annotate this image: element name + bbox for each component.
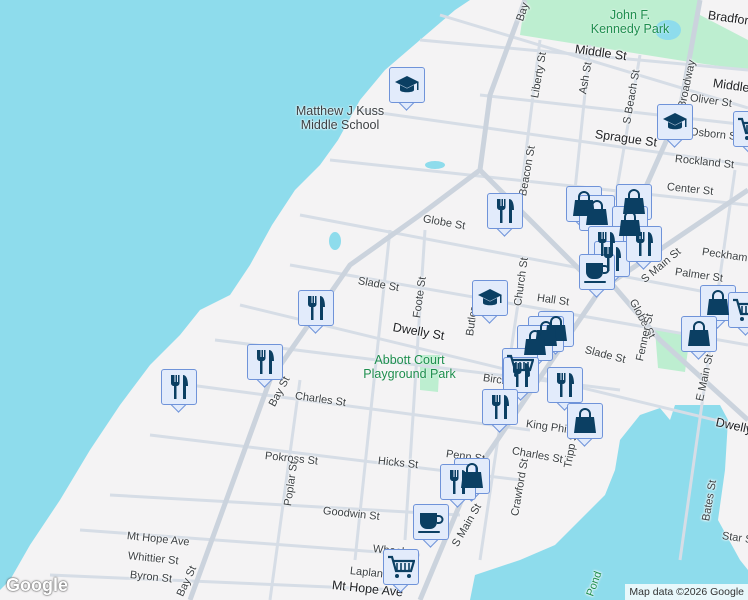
map-attribution[interactable]: Map data ©2026 Google bbox=[625, 584, 748, 600]
marker-box bbox=[298, 290, 334, 326]
kennedy-park-label: John F. Kennedy Park bbox=[590, 8, 670, 36]
restaurant-icon bbox=[510, 362, 532, 388]
marker-box bbox=[413, 504, 449, 540]
school-icon bbox=[394, 74, 420, 96]
restaurant-icon bbox=[633, 231, 655, 257]
restaurant-icon bbox=[489, 394, 511, 420]
shopping-marker[interactable] bbox=[681, 316, 717, 360]
restaurant-icon bbox=[554, 372, 576, 398]
restaurant-icon bbox=[494, 198, 516, 224]
marker-box bbox=[681, 316, 717, 352]
grocery-marker[interactable] bbox=[733, 111, 748, 155]
restaurant-marker[interactable] bbox=[161, 369, 197, 413]
marker-box bbox=[657, 104, 693, 140]
school-marker[interactable] bbox=[472, 280, 508, 324]
shopping-icon bbox=[585, 200, 609, 226]
grocery-icon bbox=[737, 116, 748, 142]
shopping-icon bbox=[573, 408, 597, 434]
school-icon bbox=[477, 287, 503, 309]
restaurant-marker[interactable] bbox=[298, 290, 334, 334]
coffee-marker[interactable] bbox=[413, 504, 449, 548]
marker-box bbox=[482, 389, 518, 425]
coffee-marker[interactable] bbox=[579, 254, 615, 298]
school-label: Matthew J Kuss Middle School bbox=[295, 104, 385, 132]
restaurant-marker[interactable] bbox=[247, 344, 283, 388]
school-marker[interactable] bbox=[389, 67, 425, 111]
grocery-icon bbox=[387, 554, 415, 580]
restaurant-marker[interactable] bbox=[487, 193, 523, 237]
restaurant-icon bbox=[254, 349, 276, 375]
marker-box bbox=[161, 369, 197, 405]
grocery-marker[interactable] bbox=[728, 292, 748, 336]
school-marker[interactable] bbox=[657, 104, 693, 148]
marker-box bbox=[472, 280, 508, 316]
marker-box bbox=[579, 254, 615, 290]
shopping-icon bbox=[706, 290, 730, 316]
marker-box bbox=[389, 67, 425, 103]
shopping-marker[interactable] bbox=[567, 403, 603, 447]
restaurant-marker[interactable] bbox=[482, 389, 518, 433]
google-logo: Google bbox=[6, 575, 68, 595]
marker-box bbox=[247, 344, 283, 380]
restaurant-icon bbox=[447, 469, 469, 495]
restaurant-icon bbox=[168, 374, 190, 400]
grocery-icon bbox=[732, 297, 748, 323]
marker-box bbox=[567, 403, 603, 439]
coffee-icon bbox=[583, 260, 611, 284]
school-icon bbox=[662, 111, 688, 133]
grocery-marker[interactable] bbox=[383, 549, 419, 593]
abbott-park-label: Abbott Court Playground Park bbox=[363, 353, 456, 381]
coffee-icon bbox=[417, 510, 445, 534]
marker-box bbox=[383, 549, 419, 585]
marker-box bbox=[728, 292, 748, 328]
marker-box bbox=[487, 193, 523, 229]
restaurant-icon bbox=[305, 295, 327, 321]
marker-box bbox=[733, 111, 748, 147]
marker-box bbox=[547, 367, 583, 403]
shopping-icon bbox=[687, 321, 711, 347]
